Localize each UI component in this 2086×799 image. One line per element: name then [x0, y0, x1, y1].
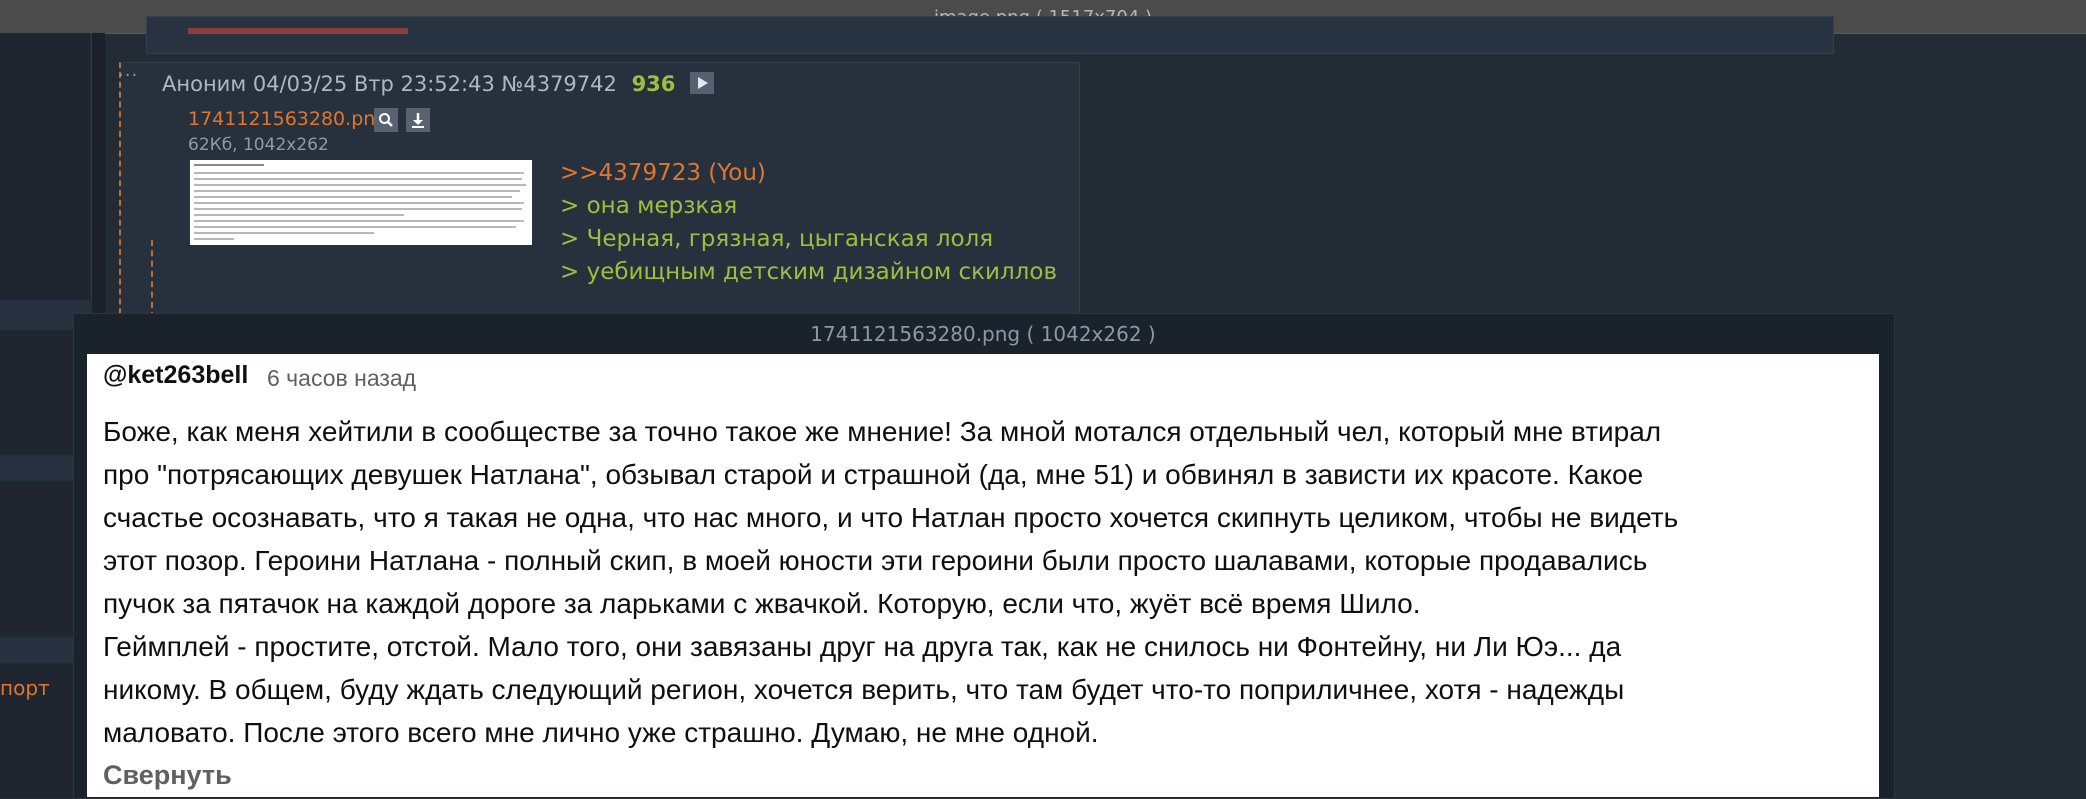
- expanded-image-comment[interactable]: @ket263bell 6 часов назад Боже, как меня…: [87, 354, 1879, 797]
- previous-post-thumbnail[interactable]: [188, 28, 408, 34]
- post-datetime: 04/03/25 Втр 23:52:43: [252, 72, 495, 96]
- post-header: Аноним 04/03/25 Втр 23:52:43 №4379742 93…: [162, 72, 715, 96]
- search-icon[interactable]: [374, 108, 398, 132]
- comment-line: счастье осознавать, что я такая не одна,…: [103, 502, 1679, 533]
- comment-timestamp: 6 часов назад: [267, 365, 417, 391]
- greentext-line: > уебищным детским дизайном скиллов: [560, 259, 1058, 285]
- comment-line: этот позор. Героини Натлана - полный ски…: [103, 545, 1648, 576]
- reply-count: 936: [631, 72, 676, 96]
- viewer-title: 1741121563280.png ( 1042x262 ): [810, 322, 1156, 346]
- play-icon[interactable]: [690, 72, 715, 94]
- comment-line: маловато. После этого всего мне лично уж…: [103, 717, 1099, 748]
- reply-reference-link[interactable]: >>4379723 (You): [560, 157, 1057, 190]
- report-link[interactable]: порт: [0, 676, 50, 700]
- image-thumbnail[interactable]: [190, 160, 532, 245]
- comment-line: Боже, как меня хейтили в сообществе за т…: [103, 416, 1662, 447]
- comment-line: Геймплей - простите, отстой. Мало того, …: [103, 631, 1622, 662]
- post-author: Аноним: [162, 72, 247, 96]
- previous-post: [146, 16, 1834, 54]
- greentext-line: > она мерзкая: [560, 193, 738, 219]
- comment-line: пучок за пятачок на каждой дороге за лар…: [103, 588, 1421, 619]
- file-name-link[interactable]: 1741121563280.png: [188, 108, 387, 130]
- comment-text: Боже, как меня хейтили в сообществе за т…: [103, 410, 1873, 754]
- post-message: >>4379723 (You) > она мерзкая > Черная, …: [560, 157, 1057, 289]
- download-icon[interactable]: [406, 108, 430, 132]
- comment-line: про "потрясающих девушек Натлана", обзыв…: [103, 459, 1644, 490]
- post-menu-icon[interactable]: ···: [118, 65, 138, 86]
- thread-column: [91, 33, 105, 333]
- greentext-line: > Черная, грязная, цыганская лоля: [560, 226, 994, 252]
- comment-line: никому. В общем, буду ждать следующий ре…: [103, 674, 1625, 705]
- post-number[interactable]: №4379742: [502, 72, 617, 96]
- comment-username: @ket263bell: [103, 361, 249, 389]
- collapse-label: Свернуть: [103, 760, 232, 790]
- file-size-info: 62Кб, 1042x262: [188, 135, 329, 155]
